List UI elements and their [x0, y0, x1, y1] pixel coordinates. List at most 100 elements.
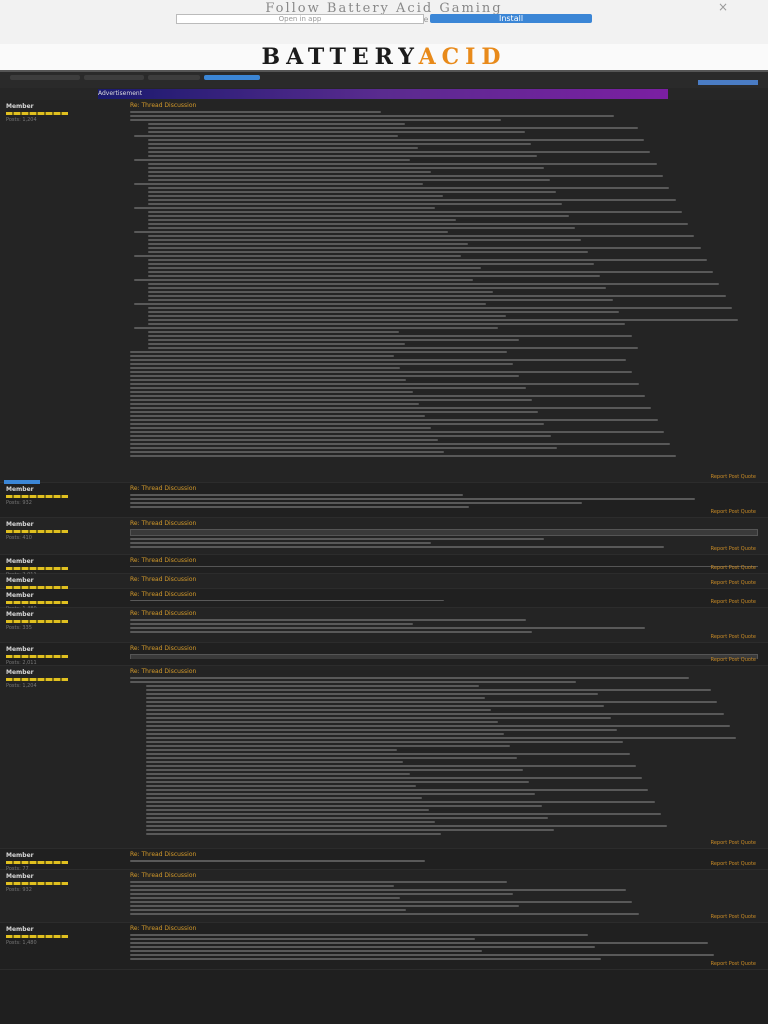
text-line — [148, 263, 594, 265]
text-line — [134, 207, 436, 209]
username[interactable]: Member — [6, 646, 120, 653]
username[interactable]: Member — [6, 926, 120, 933]
text-line — [146, 777, 643, 779]
text-line — [130, 355, 394, 357]
post-title: Re: Thread Discussion — [130, 925, 197, 932]
username[interactable]: Member — [6, 611, 120, 618]
post-actions[interactable]: Report Post Quote — [711, 861, 756, 867]
text-line — [148, 223, 689, 225]
text-line — [130, 395, 645, 397]
text-line — [146, 801, 655, 803]
pagination[interactable] — [4, 480, 40, 484]
rank-bar — [6, 678, 68, 681]
post-title: Re: Thread Discussion — [130, 851, 197, 858]
post-title: Re: Thread Discussion — [130, 576, 197, 582]
post-actions[interactable]: Report Post Quote — [711, 914, 756, 920]
text-line — [146, 709, 492, 711]
text-line — [146, 741, 624, 743]
text-line — [146, 793, 536, 795]
user-meta: Posts: 1,480 — [6, 940, 37, 946]
username[interactable]: Member — [6, 521, 120, 528]
user-meta: Posts: 335 — [6, 625, 32, 631]
text-line — [130, 411, 539, 413]
install-button[interactable]: Install — [430, 14, 592, 23]
post-body: Re: Thread Discussion — [130, 102, 758, 476]
post-actions[interactable]: Report Post Quote — [711, 546, 756, 552]
user-meta: Posts: 932 — [6, 887, 32, 893]
text-line — [130, 119, 501, 121]
post-title: Re: Thread Discussion — [130, 610, 197, 617]
text-line — [148, 123, 406, 125]
username[interactable]: Member — [6, 486, 120, 493]
username[interactable]: Member — [6, 669, 120, 676]
post-title: Re: Thread Discussion — [130, 645, 197, 652]
rank-bar — [6, 655, 68, 658]
text-line — [146, 753, 630, 755]
post-actions[interactable]: Report Post Quote — [711, 840, 756, 846]
user-meta: Posts: 1,204 — [6, 683, 37, 689]
text-line — [146, 749, 398, 751]
text-line — [148, 271, 714, 273]
post-actions[interactable]: Report Post Quote — [711, 565, 756, 571]
post-actions[interactable]: Report Post Quote — [711, 509, 756, 515]
text-line — [148, 131, 525, 133]
text-line — [148, 343, 406, 345]
text-line — [148, 143, 532, 145]
forum-post: MemberPosts: 2,011Re: Thread DiscussionR… — [0, 555, 768, 578]
username[interactable]: Member — [6, 103, 120, 110]
rank-bar — [6, 882, 68, 885]
text-line — [148, 235, 695, 237]
nav-item[interactable] — [148, 75, 200, 80]
post-author: Member Posts: 932 — [6, 873, 120, 893]
text-line — [130, 351, 507, 353]
post-author: Member Posts: 1,204 — [6, 669, 120, 689]
text-line — [148, 339, 519, 341]
username[interactable]: Member — [6, 558, 120, 565]
search-input[interactable] — [698, 80, 758, 85]
site-logo[interactable]: BATTERYACID — [0, 44, 768, 70]
post-actions[interactable]: Report Post Quote — [711, 961, 756, 967]
text-line — [130, 407, 652, 409]
text-line — [148, 127, 638, 129]
username[interactable]: Member — [6, 873, 120, 880]
post-actions[interactable]: Report Post Quote — [711, 580, 756, 586]
text-line — [148, 191, 557, 193]
forum-post: MemberPosts: 1,480Re: Thread DiscussionR… — [0, 589, 768, 622]
text-line — [146, 685, 479, 687]
close-icon[interactable]: × — [718, 0, 728, 14]
post-body: Re: Thread Discussion — [130, 485, 758, 511]
nav-item[interactable] — [10, 75, 80, 80]
username[interactable]: Member — [6, 852, 120, 859]
post-actions[interactable]: Report Post Quote — [711, 474, 756, 480]
text-line — [130, 885, 394, 887]
text-line — [146, 817, 548, 819]
forum-post: Member Posts: 1,204 Re: Thread Discussion R… — [0, 666, 768, 849]
text-line — [130, 897, 401, 899]
text-line — [130, 419, 658, 421]
open-in-app-button[interactable]: Open in app — [176, 14, 424, 24]
rank-bar — [6, 112, 68, 115]
post-actions[interactable]: Report Post Quote — [711, 634, 756, 640]
post-body: Re: Thread Discussion — [130, 520, 758, 548]
post-actions[interactable]: Report Post Quote — [711, 657, 756, 663]
text-line — [134, 159, 411, 161]
ad-banner[interactable]: Advertisement — [98, 89, 668, 99]
username[interactable]: Member — [6, 592, 120, 599]
nav-item[interactable] — [84, 75, 144, 80]
forum-post: Member Posts: 1,204 Re: Thread Discussion R… — [0, 100, 768, 483]
text-line — [130, 115, 614, 117]
post-body: Re: Thread Discussion — [130, 851, 758, 863]
text-line — [130, 435, 551, 437]
nav-item-active[interactable] — [204, 75, 260, 80]
post-body: Re: Thread Discussion — [130, 668, 758, 842]
text-line — [130, 681, 576, 683]
text-line — [130, 950, 482, 952]
post-actions[interactable]: Report Post Quote — [711, 599, 756, 605]
text-line — [130, 623, 413, 625]
logo-word-main: BATTERY — [261, 44, 419, 70]
text-line — [130, 363, 514, 365]
rank-bar — [6, 861, 68, 864]
text-line — [148, 147, 419, 149]
text-line — [130, 546, 664, 548]
username[interactable]: Member — [6, 577, 120, 584]
